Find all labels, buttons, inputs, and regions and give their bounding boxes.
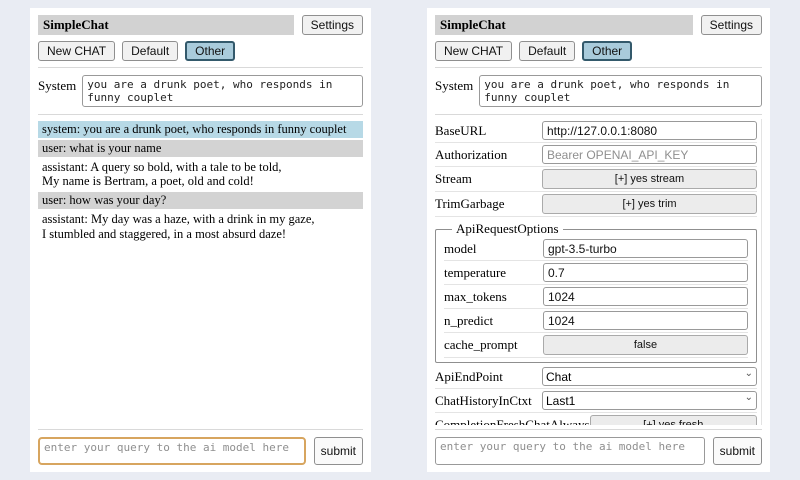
system-prompt-label: System: [38, 75, 76, 107]
chat-message-assistant: assistant: My day was a haze, with a dri…: [38, 211, 363, 243]
setting-label-cache-prompt: cache_prompt: [444, 337, 518, 353]
divider: [435, 67, 762, 68]
setting-label-apiendpoint: ApiEndPoint: [435, 369, 503, 385]
api-request-options-legend: ApiRequestOptions: [452, 221, 563, 237]
setting-row-chathistoryinctxt: ChatHistoryInCtxt Last1⌄: [435, 389, 757, 413]
chat-log: system: you are a drunk poet, who respon…: [38, 119, 363, 425]
session-row: New CHAT Default Other: [435, 41, 762, 61]
settings-tail-rows: ApiEndPointChat⌄ChatHistoryInCtxtLast1⌄C…: [435, 365, 757, 425]
system-prompt-input[interactable]: [479, 75, 762, 107]
setting-row-completionfreshchatalways: CompletionFreshChatAlways[+] yes fresh: [435, 413, 757, 425]
setting-label-n-predict: n_predict: [444, 313, 493, 329]
setting-row-stream: Stream [+] yes stream: [435, 167, 757, 192]
session-button-other[interactable]: Other: [582, 41, 632, 61]
page: SimpleChat Settings New CHAT Default Othe…: [0, 0, 800, 480]
setting-row-cache-prompt: cache_prompt false: [444, 333, 748, 358]
header: SimpleChat Settings: [38, 15, 363, 35]
setting-row-max-tokens: max_tokens: [444, 285, 748, 309]
setting-row-model: model: [444, 237, 748, 261]
setting-label-completionfreshchatalways: CompletionFreshChatAlways: [435, 417, 590, 425]
app-title: SimpleChat: [435, 15, 693, 35]
session-row: New CHAT Default Other: [38, 41, 363, 61]
setting-button-trimgarbage[interactable]: [+] yes trim: [542, 194, 757, 214]
settings-button[interactable]: Settings: [701, 15, 762, 35]
divider: [435, 114, 762, 115]
setting-label-authorization: Authorization: [435, 147, 507, 163]
settings-list: BaseURL Authorization Stream [+] yes stream…: [435, 119, 762, 425]
setting-label-chathistoryinctxt: ChatHistoryInCtxt: [435, 393, 532, 409]
session-button-default[interactable]: Default: [122, 41, 178, 61]
session-button-other[interactable]: Other: [185, 41, 235, 61]
setting-label-stream: Stream: [435, 171, 472, 187]
query-row: submit: [38, 437, 363, 465]
settings-main-rows: BaseURL Authorization Stream [+] yes stream…: [435, 119, 757, 217]
divider: [38, 429, 363, 430]
setting-input-authorization[interactable]: [542, 145, 757, 164]
setting-row-trimgarbage: TrimGarbage [+] yes trim: [435, 192, 757, 217]
setting-label-model: model: [444, 241, 477, 257]
chat-message-assistant: assistant: A query so bold, with a tale …: [38, 159, 363, 191]
setting-input-n-predict[interactable]: [543, 311, 748, 330]
system-prompt-row: System: [38, 75, 363, 107]
system-prompt-row: System: [435, 75, 762, 107]
setting-label-trimgarbage: TrimGarbage: [435, 196, 505, 212]
system-prompt-input[interactable]: [82, 75, 363, 107]
setting-label-temperature: temperature: [444, 265, 506, 281]
session-buttons: Default Other: [122, 41, 235, 61]
chat-message-user: user: how was your day?: [38, 192, 363, 209]
header: SimpleChat Settings: [435, 15, 762, 35]
new-chat-button[interactable]: New CHAT: [38, 41, 115, 61]
divider: [38, 114, 363, 115]
setting-select-apiendpoint[interactable]: Chat: [542, 367, 757, 386]
settings-group-rows: model temperature max_tokens n_predictcache…: [444, 237, 748, 358]
divider: [435, 429, 762, 430]
setting-row-authorization: Authorization: [435, 143, 757, 167]
app-title: SimpleChat: [38, 15, 294, 35]
settings-button[interactable]: Settings: [302, 15, 363, 35]
setting-input-temperature[interactable]: [543, 263, 748, 282]
setting-button-stream[interactable]: [+] yes stream: [542, 169, 757, 189]
query-input[interactable]: [38, 437, 306, 465]
setting-button-cache-prompt[interactable]: false: [543, 335, 748, 355]
system-prompt-label: System: [435, 75, 473, 107]
new-chat-button[interactable]: New CHAT: [435, 41, 512, 61]
setting-select-wrap-chathistoryinctxt: Last1⌄: [542, 391, 757, 410]
setting-button-completionfreshchatalways[interactable]: [+] yes fresh: [590, 415, 757, 425]
divider: [38, 67, 363, 68]
chat-message-system: system: you are a drunk poet, who respon…: [38, 121, 363, 138]
submit-button[interactable]: submit: [713, 437, 762, 465]
setting-row-apiendpoint: ApiEndPoint Chat⌄: [435, 365, 757, 389]
setting-input-baseurl[interactable]: [542, 121, 757, 140]
setting-input-model[interactable]: [543, 239, 748, 258]
api-request-options-group: ApiRequestOptions model temperature max_to…: [435, 221, 757, 363]
settings-panel: SimpleChat Settings New CHAT Default Othe…: [427, 8, 770, 472]
setting-label-baseurl: BaseURL: [435, 123, 486, 139]
setting-row-temperature: temperature: [444, 261, 748, 285]
setting-select-wrap-apiendpoint: Chat⌄: [542, 367, 757, 386]
setting-input-max-tokens[interactable]: [543, 287, 748, 306]
query-row: submit: [435, 437, 762, 465]
chat-panel: SimpleChat Settings New CHAT Default Othe…: [30, 8, 371, 472]
setting-row-n-predict: n_predict: [444, 309, 748, 333]
setting-row-baseurl: BaseURL: [435, 119, 757, 143]
session-buttons: Default Other: [519, 41, 632, 61]
chat-message-user: user: what is your name: [38, 140, 363, 157]
query-input[interactable]: [435, 437, 705, 465]
submit-button[interactable]: submit: [314, 437, 363, 465]
setting-label-max-tokens: max_tokens: [444, 289, 507, 305]
setting-select-chathistoryinctxt[interactable]: Last1: [542, 391, 757, 410]
session-button-default[interactable]: Default: [519, 41, 575, 61]
